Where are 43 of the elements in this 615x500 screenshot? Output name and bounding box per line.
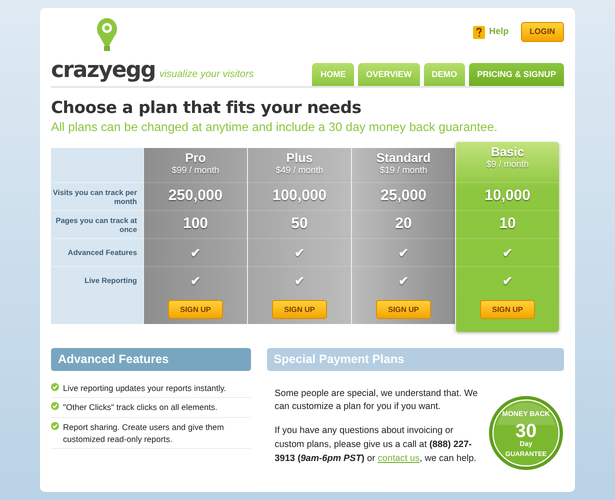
check-mark: ✔ <box>502 244 512 262</box>
check-mark: ✔ <box>190 272 200 290</box>
plan-value: 10 <box>499 214 516 234</box>
help-icon[interactable] <box>473 26 486 38</box>
section-header: Advanced Features <box>51 348 251 371</box>
plan-value: 25,000 <box>380 186 426 206</box>
contact-link[interactable]: contact us <box>378 452 420 463</box>
subheading: All plans can be changed at anytime and include a 30 day money back guarantee. <box>51 118 498 136</box>
feature-text: Report sharing. Create users and give them customized read-only reports. <box>63 420 225 446</box>
check-icon <box>51 402 59 410</box>
plan-price: $49 / month <box>274 166 324 176</box>
paragraph: Some people are special, we understand that. We can customize a plan for you if you want. <box>274 386 479 414</box>
plan-name: Plus <box>285 152 314 166</box>
plan-value: 20 <box>395 214 412 234</box>
plan-price: $9 / month <box>485 160 530 170</box>
logo[interactable]: crazyegg <box>51 60 156 82</box>
plan-value: 10,000 <box>484 186 530 206</box>
feature-text: "Other Clicks" track clicks on all elements. <box>63 401 218 414</box>
plan-value: 250,000 <box>168 186 223 206</box>
check-mark: ✔ <box>502 272 512 290</box>
plan-name: Pro <box>184 152 207 166</box>
help-link[interactable]: Help <box>489 25 509 39</box>
tagline: visualize your visitors <box>159 68 254 82</box>
plan-price: $19 / month <box>378 166 428 176</box>
check-mark: ✔ <box>294 272 304 290</box>
check-mark: ✔ <box>294 244 304 262</box>
plan-name: Standard <box>375 152 432 166</box>
section-header: Special Payment Plans <box>266 348 564 371</box>
check-mark: ✔ <box>190 244 200 262</box>
check-mark: ✔ <box>398 244 408 262</box>
plan-value: 50 <box>291 214 308 234</box>
paragraph: If you have any questions about invoicing or custom plans, please give us a call at (888) 227-3913 (9am-6pm PST) or contact us, we can help. <box>274 424 478 465</box>
login-button[interactable]: LOGIN <box>520 22 564 42</box>
plan-price: $99 / month <box>170 166 220 176</box>
plan-value: 100,000 <box>272 186 327 206</box>
plan-name: Basic <box>490 146 526 160</box>
check-icon <box>51 422 59 430</box>
check-mark: ✔ <box>398 272 408 290</box>
page-heading: Choose a plan that fits your needs <box>51 98 362 118</box>
check-icon <box>51 382 59 391</box>
balloon-logo-icon <box>95 18 119 54</box>
plan-value: 100 <box>182 214 208 234</box>
feature-text: Live reporting updates your reports instantly. <box>63 382 226 394</box>
